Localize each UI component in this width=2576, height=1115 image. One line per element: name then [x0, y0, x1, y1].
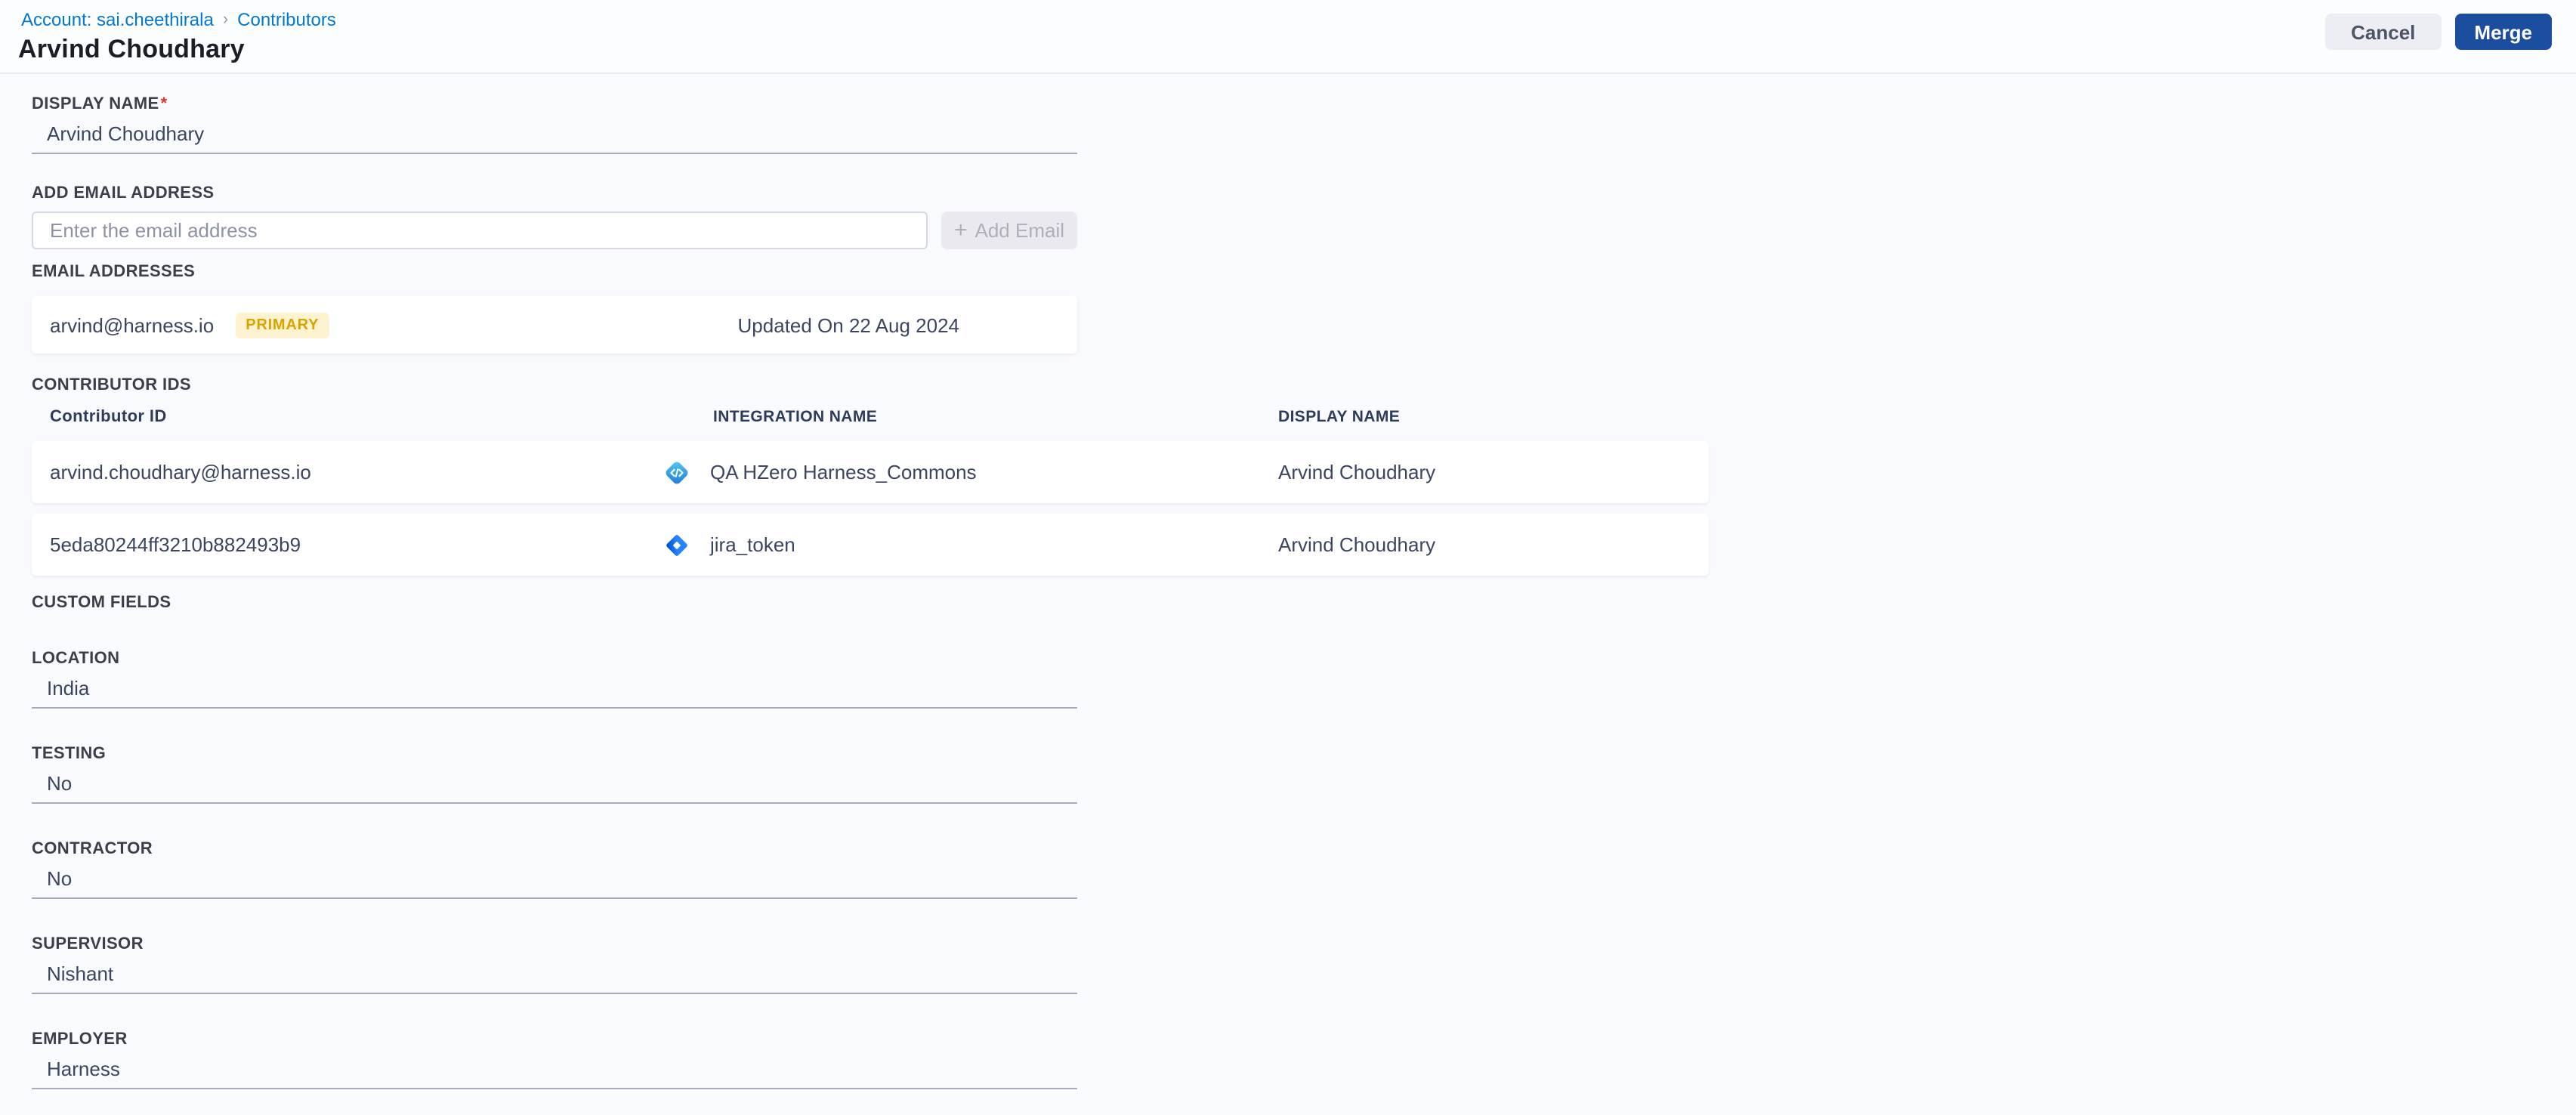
code-icon	[666, 461, 688, 483]
supervisor-input[interactable]: Nishant	[32, 958, 1077, 994]
merge-button[interactable]: Merge	[2454, 14, 2552, 50]
location-input[interactable]: India	[32, 672, 1077, 709]
contributor-id-value: 5eda80244ff3210b882493b9	[50, 533, 301, 556]
breadcrumb: Account: sai.cheethirala › Contributors	[21, 9, 2552, 30]
col-header-contributor-id: Contributor ID	[50, 408, 167, 426]
chevron-right-icon: ›	[222, 11, 229, 29]
col-header-display-name: DISPLAY NAME	[1278, 408, 1401, 426]
add-email-section: ADD EMAIL ADDRESS + Add Email	[32, 184, 2576, 249]
contractor-label: CONTRACTOR	[32, 840, 153, 858]
employer-label: EMPLOYER	[32, 1030, 128, 1049]
contributor-ids-table: Contributor ID INTEGRATION NAME DISPLAY …	[32, 408, 1709, 576]
contributor-detail-page: Account: sai.cheethirala › Contributors …	[0, 0, 2576, 1115]
supervisor-label: SUPERVISOR	[32, 935, 144, 953]
contractor-input[interactable]: No	[32, 863, 1077, 899]
display-name-input[interactable]: Arvind Choudhary	[32, 118, 1077, 154]
col-header-integration-name: INTEGRATION NAME	[713, 408, 878, 426]
contributor-ids-table-header: Contributor ID INTEGRATION NAME DISPLAY …	[32, 408, 1709, 441]
display-name-label: DISPLAY NAME *	[32, 95, 2576, 115]
row-display-name-value: Arvind Choudhary	[1278, 533, 1436, 556]
testing-label: TESTING	[32, 745, 107, 763]
add-email-label: ADD EMAIL ADDRESS	[32, 184, 215, 202]
add-email-button-label: Add Email	[974, 219, 1065, 242]
page-header: Account: sai.cheethirala › Contributors …	[0, 0, 2576, 74]
integration-name-value: QA HZero Harness_Commons	[710, 461, 977, 483]
custom-field-testing: TESTING No	[32, 745, 2576, 804]
email-updated-date: Updated On 22 Aug 2024	[737, 313, 959, 336]
email-addresses-section: EMAIL ADDRESSES arvind@harness.io PRIMAR…	[32, 263, 2576, 354]
custom-fields-label: CUSTOM FIELDS	[32, 594, 171, 612]
location-label: LOCATION	[32, 650, 120, 668]
cancel-button[interactable]: Cancel	[2325, 14, 2442, 50]
email-addresses-label: EMAIL ADDRESSES	[32, 263, 196, 281]
add-email-input[interactable]	[32, 212, 928, 249]
add-email-button[interactable]: + Add Email	[941, 212, 1077, 249]
contributor-id-row: arvind.choudhary@harness.io QA HZero Har…	[32, 441, 1709, 503]
primary-badge: PRIMARY	[235, 312, 330, 338]
contributor-id-value: arvind.choudhary@harness.io	[50, 461, 311, 483]
email-address-row: arvind@harness.io PRIMARY Updated On 22 …	[32, 296, 1077, 354]
testing-input[interactable]: No	[32, 768, 1077, 804]
custom-field-location: LOCATION India	[32, 650, 2576, 709]
required-asterisk: *	[160, 95, 168, 113]
employer-input[interactable]: Harness	[32, 1053, 1077, 1089]
breadcrumb-account-link[interactable]: Account: sai.cheethirala	[21, 9, 214, 30]
custom-field-employer: EMPLOYER Harness	[32, 1030, 2576, 1089]
custom-fields-section: CUSTOM FIELDS LOCATION India TESTING No …	[32, 594, 2576, 1089]
plus-icon: +	[953, 217, 968, 242]
row-display-name-value: Arvind Choudhary	[1278, 461, 1436, 483]
display-name-section: DISPLAY NAME * Arvind Choudhary	[32, 95, 2576, 154]
header-actions: Cancel Merge	[2325, 14, 2552, 50]
main-content: DISPLAY NAME * Arvind Choudhary ADD EMAIL…	[0, 74, 2576, 1089]
breadcrumb-contributors-link[interactable]: Contributors	[237, 9, 336, 30]
contributor-id-row: 5eda80244ff3210b882493b9 jira_token Arvi…	[32, 514, 1709, 576]
page-title: Arvind Choudhary	[18, 35, 245, 63]
jira-icon	[666, 534, 687, 555]
contributor-ids-label: CONTRIBUTOR IDS	[32, 376, 191, 394]
contributor-ids-section: CONTRIBUTOR IDS Contributor ID INTEGRATI…	[32, 376, 2576, 576]
integration-name-value: jira_token	[710, 533, 795, 556]
email-address-value: arvind@harness.io	[50, 313, 215, 336]
display-name-label-text: DISPLAY NAME	[32, 95, 159, 113]
custom-field-contractor: CONTRACTOR No	[32, 840, 2576, 899]
custom-field-supervisor: SUPERVISOR Nishant	[32, 935, 2576, 994]
